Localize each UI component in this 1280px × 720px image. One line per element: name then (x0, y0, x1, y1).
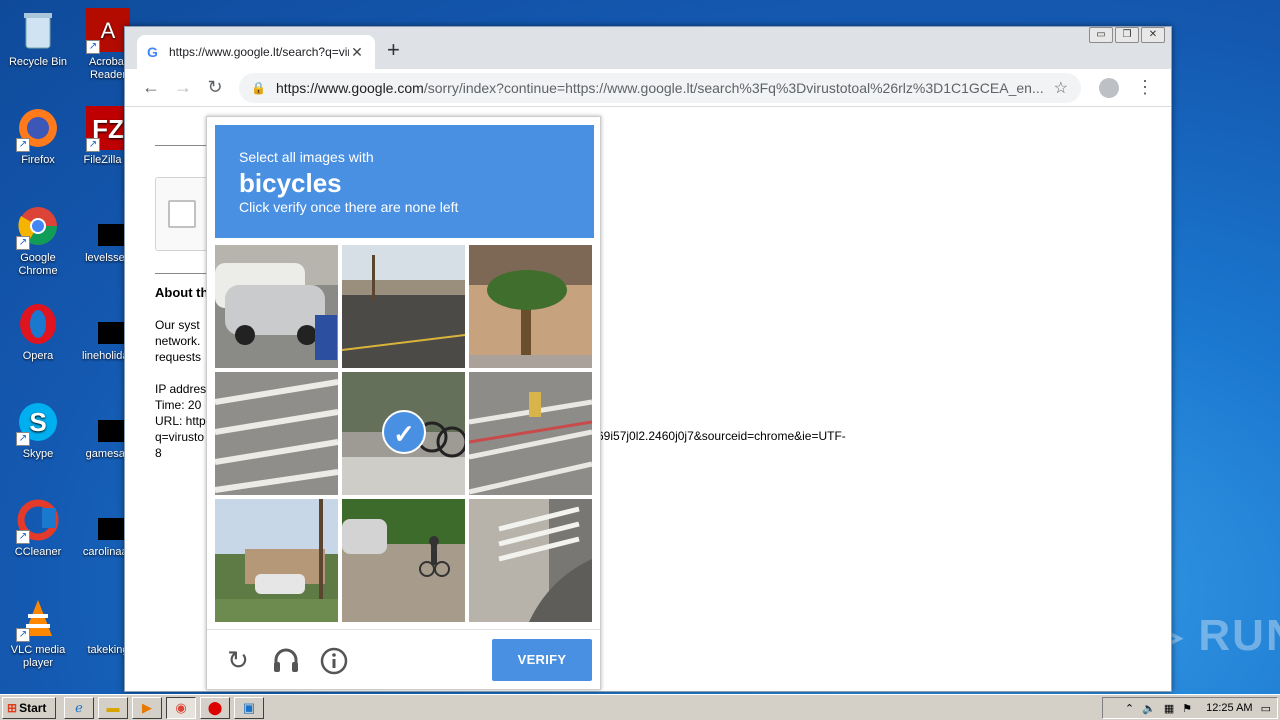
firefox-icon: ↗ (16, 106, 60, 152)
tray-expand-icon[interactable]: ⌃ (1125, 702, 1134, 715)
request-url-tail: 69i57j0l2.2460j0j7&sourceid=chrome&ie=UT… (597, 429, 846, 443)
show-desktop-icon[interactable]: ▭ (1261, 702, 1271, 715)
captcha-tile-8[interactable] (342, 499, 465, 622)
browser-toolbar: ← → ↻ 🔒 https://www.google.com /sorry/in… (125, 69, 1171, 107)
image-grid: ✓ (215, 245, 594, 624)
captcha-tile-4[interactable] (215, 372, 338, 495)
request-details: IP addres Time: 20 URL: http q=virusto 8 (155, 382, 207, 460)
captcha-tile-3[interactable] (469, 245, 592, 368)
vlc-icon: ↗ (16, 596, 60, 642)
network-icon[interactable]: ▦ (1164, 702, 1174, 715)
captcha-tile-7[interactable] (215, 499, 338, 622)
skype-icon: S ↗ (16, 400, 60, 446)
system-tray: ⌃ 🔈 ▦ ⚑ 12:25 AM ▭ (1102, 697, 1278, 719)
recaptcha-challenge: Select all images with bicycles Click ve… (206, 116, 601, 690)
desktop-icon-google-chrome[interactable]: ↗ Google Chrome (0, 204, 76, 278)
captcha-tile-5[interactable]: ✓ (342, 372, 465, 495)
challenge-footer: ↻ VERIFY (207, 629, 600, 689)
captcha-tile-6[interactable] (469, 372, 592, 495)
url-host: https://www.google.com (275, 79, 424, 96)
taskbar-explorer[interactable]: ▬ (98, 696, 128, 719)
taskbar-opera[interactable]: ⬤ (200, 696, 230, 719)
taskbar: ⊞ Start ℯ ▬ ▶ ◉ ⬤ ▣ ⌃ 🔈 ▦ ⚑ 12:25 AM ▭ (0, 694, 1280, 720)
captcha-tile-9[interactable] (469, 499, 592, 622)
url-path: /sorry/index?continue=https://www.google… (423, 79, 1044, 96)
desktop-icon-skype[interactable]: S ↗ Skype (0, 400, 76, 461)
shortcut-arrow-icon: ↗ (16, 236, 30, 250)
challenge-instruction: Select all images with (239, 149, 374, 165)
shortcut-arrow-icon: ↗ (86, 40, 100, 54)
desktop-icon-opera[interactable]: Opera (0, 302, 76, 363)
explanation-paragraph: Our syst network. requests (155, 318, 202, 364)
google-favicon-icon: G (147, 44, 158, 60)
address-bar[interactable]: 🔒 https://www.google.com /sorry/index?co… (239, 72, 1081, 103)
clock[interactable]: 12:25 AM (1206, 702, 1252, 714)
opera-icon (16, 302, 60, 346)
shortcut-arrow-icon: ↗ (86, 138, 100, 152)
recaptcha-checkbox[interactable] (168, 200, 196, 228)
captcha-tile-1[interactable] (215, 245, 338, 368)
new-tab-button[interactable]: + (387, 39, 400, 61)
recycle-bin-icon (16, 8, 60, 52)
selected-checkmark-icon: ✓ (382, 410, 426, 454)
volume-icon[interactable]: 🔈 (1142, 702, 1156, 715)
close-window-button[interactable]: ✕ (1141, 27, 1165, 43)
taskbar-app[interactable]: ▣ (234, 696, 264, 719)
challenge-target: bicycles (239, 168, 342, 198)
shortcut-arrow-icon: ↗ (16, 530, 30, 544)
lock-icon: 🔒 (251, 80, 266, 95)
svg-text:A: A (101, 18, 116, 43)
info-icon[interactable] (319, 646, 349, 676)
ccleaner-icon: ↗ (16, 498, 60, 544)
taskbar-ie[interactable]: ℯ (64, 696, 94, 719)
challenge-header: Select all images with bicycles Click ve… (215, 125, 594, 238)
svg-text:S: S (29, 407, 46, 437)
minimize-button[interactable]: ▭ (1089, 27, 1113, 43)
shortcut-arrow-icon: ↗ (16, 138, 30, 152)
tab-title: https://www.google.lt/search?q=vir (169, 45, 349, 59)
shortcut-arrow-icon: ↗ (16, 432, 30, 446)
windows-flag-icon: ⊞ (7, 700, 18, 715)
reload-icon[interactable]: ↻ (199, 77, 231, 98)
shortcut-arrow-icon: ↗ (16, 628, 30, 642)
bookmark-star-icon[interactable]: ☆ (1054, 78, 1068, 98)
audio-challenge-icon[interactable] (271, 646, 301, 676)
desktop-icon-ccleaner[interactable]: ↗ CCleaner (0, 498, 76, 559)
start-button[interactable]: ⊞ Start (2, 696, 56, 719)
kebab-menu-icon[interactable]: ⋮ (1129, 77, 1161, 98)
taskbar-media-player[interactable]: ▶ (132, 696, 162, 719)
chrome-icon: ↗ (16, 204, 60, 250)
desktop-icon-firefox[interactable]: ↗ Firefox (0, 106, 76, 167)
restore-button[interactable]: ❐ (1115, 27, 1139, 43)
desktop-icon-vlc[interactable]: ↗ VLC media player (0, 596, 76, 670)
about-heading: About th (155, 285, 209, 300)
action-center-flag-icon[interactable]: ⚑ (1182, 702, 1192, 715)
profile-avatar-icon[interactable] (1099, 77, 1119, 98)
back-arrow-icon[interactable]: ← (135, 77, 167, 98)
tab-google-search[interactable]: G https://www.google.lt/search?q=vir ✕ (137, 35, 375, 69)
verify-button[interactable]: VERIFY (492, 639, 592, 681)
challenge-hint: Click verify once there are none left (239, 199, 459, 215)
reload-challenge-icon[interactable]: ↻ (223, 646, 253, 676)
window-controls: ▭ ❐ ✕ (1087, 27, 1165, 43)
desktop-icon-recycle-bin[interactable]: Recycle Bin (0, 8, 76, 69)
taskbar-chrome[interactable]: ◉ (166, 696, 196, 719)
tab-strip: G https://www.google.lt/search?q=vir ✕ +… (125, 27, 1171, 69)
close-tab-icon[interactable]: ✕ (349, 44, 365, 61)
captcha-tile-2[interactable] (342, 245, 465, 368)
forward-arrow-icon[interactable]: → (167, 77, 199, 98)
